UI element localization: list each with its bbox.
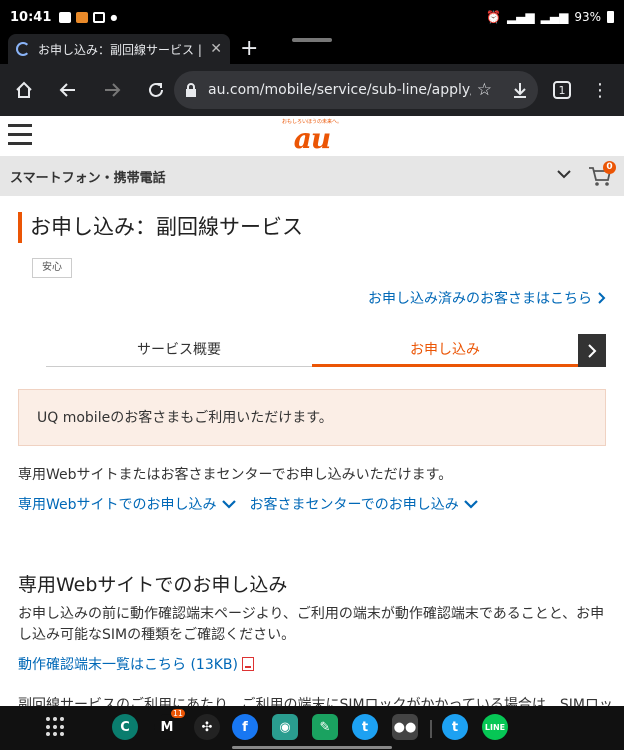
signal-icon: ▂▄▆ xyxy=(506,10,535,24)
reload-button[interactable] xyxy=(134,68,178,112)
hamburger-menu-icon[interactable] xyxy=(8,124,32,146)
category-tag: 安心 xyxy=(32,258,72,278)
home-icon xyxy=(16,81,32,98)
category-label: スマートフォン・携帯電話 xyxy=(10,170,166,186)
pdf-icon xyxy=(241,657,254,671)
tab-strip: お申し込み：副回線サービス | サ ✕ + xyxy=(0,34,624,64)
reload-icon xyxy=(149,82,163,97)
anchor-links: 専用Webサイトでのお申し込み お客さまセンターでのお申し込み xyxy=(18,494,478,514)
browser-toolbar: au.com/mobile/service/sub-line/apply/ ☆ … xyxy=(0,64,624,116)
more-notifications-dot-icon: ● xyxy=(110,12,118,22)
back-button[interactable] xyxy=(46,68,90,112)
chevron-right-icon xyxy=(588,343,597,358)
existing-customer-link[interactable]: お申し込み済みのお客さまはこちら xyxy=(368,288,606,308)
bookmark-star-icon[interactable]: ☆ xyxy=(477,80,492,100)
gesture-home-bar[interactable] xyxy=(232,746,392,749)
page-tabs: サービス概要 お申し込み xyxy=(46,334,606,367)
recent-twitter-app-icon[interactable]: t xyxy=(442,714,468,740)
intro-text: 専用Webサイトまたはお客さまセンターでお申し込みいただけます。 xyxy=(18,467,453,483)
tab-title: お申し込み：副回線サービス | サ xyxy=(38,42,205,57)
pinwheel-app-icon[interactable]: ✣ xyxy=(194,714,220,740)
section-body: お申し込みの前に動作確認端末ページより、ご利用の端末が動作確認端末であることと、… xyxy=(18,606,605,643)
window-drag-handle[interactable] xyxy=(292,38,332,42)
browser-tab[interactable]: お申し込み：副回線サービス | サ ✕ xyxy=(8,34,230,64)
category-bar[interactable]: スマートフォン・携帯電話 0 xyxy=(0,156,624,196)
notes-app-icon[interactable]: ✎ xyxy=(312,714,338,740)
taskbar: C M 11 ✣ f ◉ ✎ t ●● t LINE xyxy=(0,706,624,750)
chevron-down-icon xyxy=(221,500,236,509)
twitter-app-icon[interactable]: t xyxy=(352,714,378,740)
anchor-web-apply[interactable]: 専用Webサイトでのお申し込み xyxy=(18,494,236,514)
cart-count-badge: 0 xyxy=(603,161,616,174)
device-list-pdf-label: 動作確認端末一覧はこちら (13KB) xyxy=(18,657,238,673)
logo-text: au xyxy=(293,122,332,155)
lock-icon xyxy=(186,83,196,97)
back-arrow-icon xyxy=(59,83,75,97)
gallery-notification-icon xyxy=(59,11,72,23)
tab-apply[interactable]: お申し込み xyxy=(312,334,578,367)
new-tab-button[interactable]: + xyxy=(240,36,258,61)
lte-signal-icon: ▂▄▆ xyxy=(540,10,569,24)
anchor-center-apply-label: お客さまセンターでのお申し込み xyxy=(249,497,459,513)
menu-kebab-icon[interactable]: ⋮ xyxy=(578,68,622,112)
taskbar-divider xyxy=(430,720,432,738)
url-text: au.com/mobile/service/sub-line/apply/ xyxy=(208,82,471,98)
loading-spinner-icon xyxy=(16,42,30,56)
chevron-down-icon xyxy=(463,500,478,509)
forward-button[interactable] xyxy=(90,68,134,112)
chevron-down-icon xyxy=(557,170,571,179)
site-header: おもしろいほうの未来へ。 au xyxy=(0,116,624,156)
facebook-app-icon[interactable]: f xyxy=(232,714,258,740)
tab-service-overview[interactable]: サービス概要 xyxy=(46,334,312,367)
section-title: 専用Webサイトでのお申し込み xyxy=(18,574,288,596)
notice-box: UQ mobileのお客さまもご利用いただけます。 xyxy=(18,389,606,446)
chevron-right-icon xyxy=(598,292,606,304)
page-title: お申し込み：副回線サービス xyxy=(18,212,303,243)
gmail-app-icon[interactable]: M 11 xyxy=(154,709,185,740)
au-logo[interactable]: おもしろいほうの未来へ。 au xyxy=(280,118,344,154)
gmail-badge: 11 xyxy=(170,709,185,718)
home-button[interactable] xyxy=(2,68,46,112)
close-tab-icon[interactable]: ✕ xyxy=(210,41,222,57)
alarm-icon: ⏰ xyxy=(486,10,501,24)
camera-app-icon[interactable]: ◉ xyxy=(272,714,298,740)
device-list-pdf-link[interactable]: 動作確認端末一覧はこちら (13KB) xyxy=(18,654,254,674)
battery-level: 93% xyxy=(574,10,601,24)
anchor-web-apply-label: 専用Webサイトでのお申し込み xyxy=(18,497,217,513)
existing-customer-link-label: お申し込み済みのお客さまはこちら xyxy=(368,291,592,307)
app-notification-icon xyxy=(76,11,89,23)
anchor-center-apply[interactable]: お客さまセンターでのお申し込み xyxy=(250,494,478,514)
download-icon xyxy=(514,83,526,98)
app-folder-icon[interactable]: ●● xyxy=(392,714,418,740)
status-time: 10:41 xyxy=(10,9,52,25)
forward-arrow-icon xyxy=(105,83,121,97)
line-app-icon[interactable]: LINE xyxy=(482,714,508,740)
tab-count: 1 xyxy=(553,81,571,99)
battery-icon xyxy=(607,11,614,23)
cart-button[interactable]: 0 xyxy=(588,161,616,188)
app-drawer-icon[interactable] xyxy=(46,717,66,737)
tabs-next-button[interactable] xyxy=(578,334,606,367)
phone-app-icon[interactable]: C xyxy=(112,714,138,740)
status-bar: 10:41 ● ⏰ ▂▄▆ ▂▄▆ 93% xyxy=(0,0,624,34)
address-bar[interactable]: au.com/mobile/service/sub-line/apply/ ☆ xyxy=(174,71,538,109)
gmail-notification-icon xyxy=(93,11,106,23)
